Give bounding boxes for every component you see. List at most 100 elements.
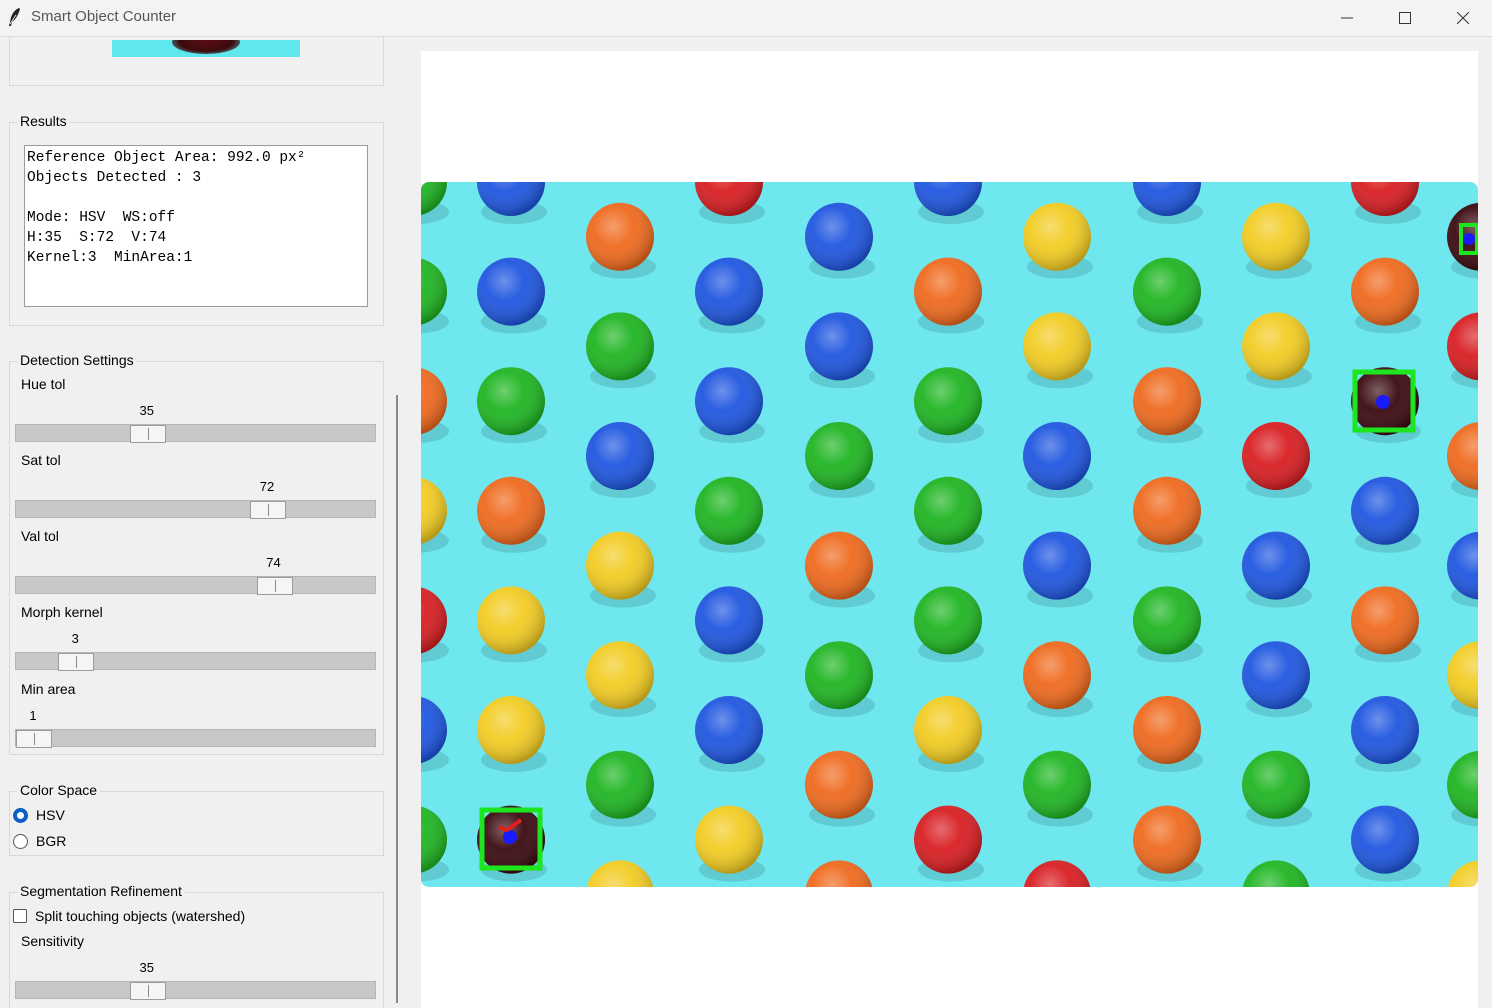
candy-shine (914, 696, 982, 764)
candy-blue (914, 182, 984, 224)
sat-tol-slider[interactable] (15, 500, 376, 519)
split-touching-checkbox[interactable] (13, 909, 27, 923)
candy-shine (695, 586, 763, 655)
sensitivity-slider-thumb[interactable] (129, 982, 166, 1000)
reference-preview-group (9, 37, 384, 86)
feather-icon (9, 8, 20, 26)
candy-shine (586, 312, 654, 381)
results-line: H:35 S:72 V:74 (27, 230, 167, 246)
candy-shine (586, 202, 654, 271)
candy-shine (477, 367, 545, 436)
close-button[interactable] (1434, 0, 1492, 36)
candy-shine (695, 257, 763, 326)
title-bar: Smart Object Counter (0, 0, 1492, 37)
close-icon (1457, 12, 1469, 24)
sat-tol-value: 72 (259, 479, 275, 494)
candy-shine (1023, 531, 1091, 600)
candy-shine (1133, 805, 1201, 874)
candy-shine (695, 805, 763, 874)
radio-bgr[interactable]: BGR (13, 833, 66, 849)
hue-tol-slider-thumb[interactable] (129, 425, 166, 443)
candy-shine (586, 641, 654, 710)
hue-tol-value: 35 (139, 403, 154, 418)
results-line: Kernel:3 MinArea:1 (27, 250, 193, 266)
panel-scrollbar[interactable] (396, 395, 398, 1003)
candy-shine (477, 696, 545, 764)
candy-shine (1023, 312, 1091, 381)
results-title: Results (17, 113, 70, 129)
candy-shine (695, 367, 763, 436)
candy-shine (914, 367, 982, 436)
candy-blue (1133, 182, 1203, 224)
candy-shine (1242, 422, 1310, 490)
candy-shine (805, 312, 873, 381)
candy-shine (914, 805, 982, 874)
centroid-dot (503, 830, 517, 844)
candy-shine (1023, 422, 1091, 490)
candy-shine (695, 476, 763, 545)
radio-hsv-label: HSV (36, 807, 65, 823)
sat-tol-slider-thumb[interactable] (250, 501, 286, 519)
sensitivity-label: Sensitivity (21, 933, 85, 949)
sensitivity-value: 35 (139, 960, 154, 975)
candy-shine (805, 641, 873, 710)
candy-shine (1242, 531, 1310, 600)
val-tol-slider[interactable] (15, 576, 376, 595)
candy-shine (914, 257, 982, 326)
results-group: Results Reference Object Area: 992.0 px²… (9, 113, 384, 326)
minimize-icon (1341, 17, 1353, 19)
candy-shine (1023, 202, 1091, 271)
min-area-slider-thumb[interactable] (16, 730, 52, 748)
results-line (27, 188, 367, 208)
val-tol-slider-thumb[interactable] (256, 577, 293, 595)
radio-bgr-label: BGR (36, 833, 67, 849)
hue-tol-slider[interactable] (15, 424, 376, 443)
candy-shine (1242, 202, 1310, 271)
radio-bgr-indicator[interactable] (13, 833, 28, 849)
candy-shine (477, 257, 545, 326)
candy-shine (1023, 750, 1091, 819)
candy-shine (477, 476, 545, 545)
split-touching-label: Split touching objects (watershed) (35, 908, 246, 924)
candy-shine (914, 586, 982, 655)
candy-shine (1133, 476, 1201, 545)
morph-kernel-slider-thumb[interactable] (58, 653, 95, 671)
morph-kernel-label: Morph kernel (21, 604, 103, 620)
sensitivity-slider[interactable] (15, 981, 376, 1000)
minimize-button[interactable] (1318, 0, 1376, 36)
min-area-slider[interactable] (15, 729, 376, 748)
min-area-value: 1 (29, 708, 37, 723)
candy-shine (1023, 641, 1091, 710)
results-text[interactable]: Reference Object Area: 992.0 px² Objects… (24, 145, 368, 307)
image-canvas[interactable] (421, 51, 1478, 1008)
candy-blue (477, 182, 547, 224)
candy-shine (914, 476, 982, 545)
detection-image[interactable] (421, 182, 1478, 887)
centroid-dot (1376, 395, 1390, 409)
candy-shine (805, 531, 873, 600)
candy-shine (586, 531, 654, 600)
radio-hsv[interactable]: HSV (13, 807, 65, 823)
maximize-icon (1399, 12, 1411, 24)
candy-shine (586, 750, 654, 819)
candy-shine (805, 422, 873, 490)
morph-kernel-slider[interactable] (15, 652, 376, 671)
candy-shine (1351, 805, 1419, 874)
window-title: Smart Object Counter (31, 8, 177, 25)
morph-kernel-value: 3 (71, 631, 79, 646)
candy-shine (1242, 312, 1310, 381)
candy-shine (1133, 367, 1201, 436)
results-line: Mode: HSV WS:off (27, 210, 175, 226)
candy-shine (1351, 696, 1419, 764)
candy-red (1351, 182, 1421, 224)
candy-red (695, 182, 765, 224)
maximize-button[interactable] (1376, 0, 1434, 36)
candy-shine (805, 750, 873, 819)
candy-shine (1351, 586, 1419, 655)
split-touching-checkbox-row[interactable]: Split touching objects (watershed) (13, 908, 245, 924)
candy-shine (805, 202, 873, 271)
radio-hsv-indicator[interactable] (13, 807, 28, 823)
results-line: Objects Detected : 3 (27, 170, 202, 186)
candy-shine (1351, 476, 1419, 545)
candy-shine (1242, 641, 1310, 710)
